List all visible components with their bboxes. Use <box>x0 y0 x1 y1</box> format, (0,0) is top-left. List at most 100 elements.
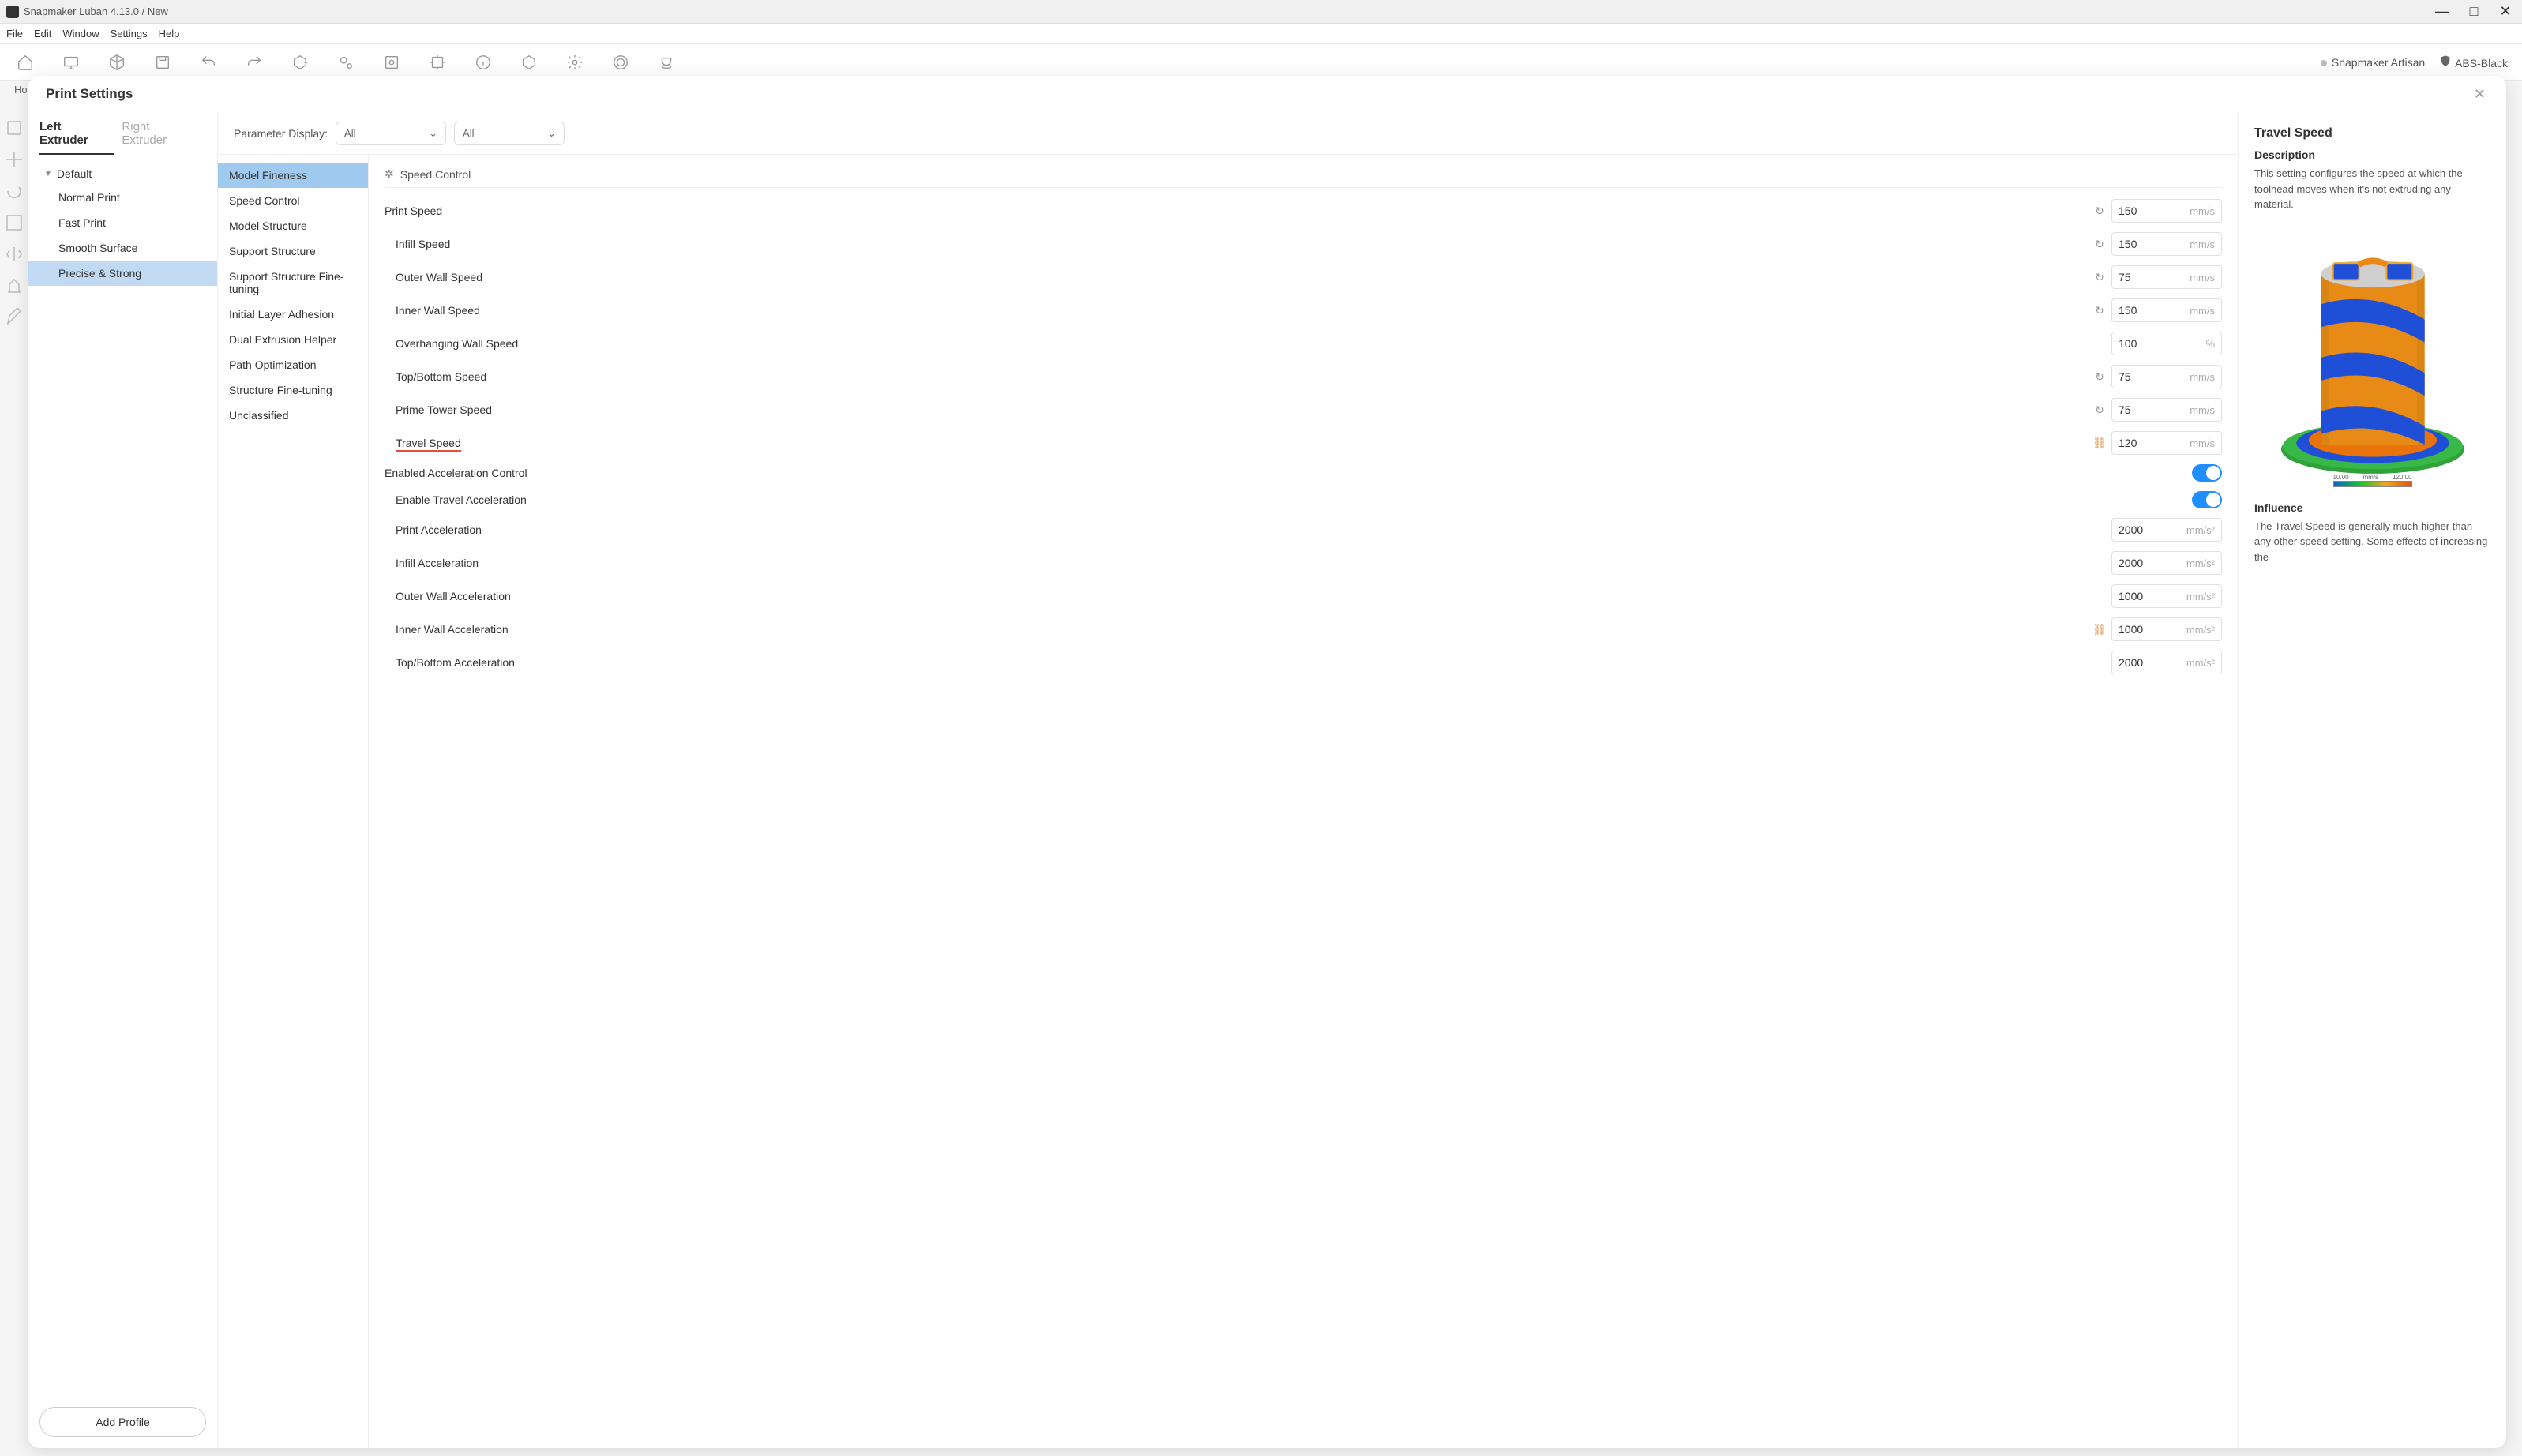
info-icon[interactable] <box>472 51 494 73</box>
cat-model-structure[interactable]: Model Structure <box>218 213 368 238</box>
top-bottom-speed-input[interactable] <box>2112 370 2174 383</box>
unlink-icon[interactable]: ⛓ <box>2092 436 2107 450</box>
cat-support-fine-tuning[interactable]: Support Structure Fine-tuning <box>218 264 368 302</box>
prime-tower-speed-input[interactable] <box>2112 403 2174 416</box>
outer-wall-speed-input[interactable] <box>2112 271 2174 283</box>
reset-icon[interactable]: ↻ <box>2092 403 2107 417</box>
add-shape-icon[interactable] <box>289 51 311 73</box>
profile-precise-strong[interactable]: Precise & Strong <box>28 261 217 286</box>
maximize-button[interactable]: □ <box>2464 2 2484 22</box>
chevron-down-icon: ⌄ <box>429 127 437 140</box>
profile-smooth-surface[interactable]: Smooth Surface <box>28 235 217 261</box>
unlink-icon[interactable]: ⛓ <box>2092 622 2107 636</box>
param-select-1[interactable]: All⌄ <box>336 122 446 145</box>
object-icon[interactable] <box>5 118 24 137</box>
menu-file[interactable]: File <box>6 28 23 39</box>
reset-icon-empty <box>2092 556 2107 570</box>
overhanging-wall-speed-input[interactable] <box>2112 337 2174 350</box>
profile-group-default[interactable]: ▼Default <box>28 163 217 185</box>
settings-gear-icon[interactable] <box>564 51 586 73</box>
tab-left-extruder[interactable]: Left Extruder <box>39 112 114 155</box>
outer-wall-acc-input[interactable] <box>2112 590 2174 602</box>
category-list: Model Fineness Speed Control Model Struc… <box>218 155 368 1448</box>
enabled-acc-toggle[interactable] <box>2192 464 2222 482</box>
minimize-button[interactable]: — <box>2432 2 2453 22</box>
home-icon[interactable] <box>14 51 36 73</box>
infill-speed-input[interactable] <box>2112 238 2174 250</box>
reset-icon[interactable]: ↻ <box>2092 237 2107 251</box>
tab-right-extruder[interactable]: Right Extruder <box>122 112 198 155</box>
reset-icon[interactable]: ↻ <box>2092 303 2107 317</box>
row-infill-acc: Infill Acceleration mm/s² <box>385 546 2222 580</box>
menubar: File Edit Window Settings Help <box>0 24 2522 44</box>
reset-icon[interactable]: ↻ <box>2092 204 2107 218</box>
chevron-down-icon: ⌄ <box>547 127 556 140</box>
modal-close-button[interactable]: ✕ <box>2471 83 2489 106</box>
row-inner-wall-speed: Inner Wall Speed ↻ mm/s <box>385 294 2222 327</box>
save-icon[interactable] <box>152 51 174 73</box>
row-top-bottom-acc: Top/Bottom Acceleration mm/s² <box>385 646 2222 679</box>
cube-icon[interactable] <box>106 51 128 73</box>
profile-fast-print[interactable]: Fast Print <box>28 210 217 235</box>
info-influence-text: The Travel Speed is generally much highe… <box>2254 519 2490 565</box>
undo-icon[interactable] <box>197 51 220 73</box>
redo-icon[interactable] <box>243 51 265 73</box>
top-bottom-acc-input[interactable] <box>2112 656 2174 669</box>
cup-icon[interactable] <box>655 51 677 73</box>
speed-legend: 10.00mm/s120.00 <box>2333 474 2412 487</box>
cat-unclassified[interactable]: Unclassified <box>218 403 368 428</box>
material-status[interactable]: ABS-Black <box>2439 54 2508 69</box>
hexagon-icon[interactable] <box>518 51 540 73</box>
gears-icon[interactable] <box>335 51 357 73</box>
menu-settings[interactable]: Settings <box>111 28 148 39</box>
travel-speed-label: Travel Speed <box>396 437 461 452</box>
move-icon[interactable] <box>5 150 24 169</box>
gear-icon: ✲ <box>385 167 394 181</box>
info-panel: Travel Speed Description This setting co… <box>2238 112 2506 1448</box>
cat-initial-layer-adhesion[interactable]: Initial Layer Adhesion <box>218 302 368 327</box>
reset-icon[interactable]: ↻ <box>2092 370 2107 384</box>
layer-icon[interactable] <box>381 51 403 73</box>
mirror-icon[interactable] <box>5 245 24 264</box>
inner-wall-speed-input[interactable] <box>2112 304 2174 317</box>
app-icon <box>6 6 19 18</box>
infill-acc-input[interactable] <box>2112 557 2174 569</box>
cat-dual-extrusion-helper[interactable]: Dual Extrusion Helper <box>218 327 368 352</box>
cat-speed-control[interactable]: Speed Control <box>218 188 368 213</box>
travel-acc-toggle[interactable] <box>2192 491 2222 508</box>
section-speed-control: ✲Speed Control <box>385 155 2222 188</box>
rotate-icon[interactable] <box>5 182 24 201</box>
print-acc-input[interactable] <box>2112 523 2174 536</box>
close-window-button[interactable]: ✕ <box>2495 2 2516 22</box>
monitor-icon[interactable] <box>60 51 82 73</box>
menu-help[interactable]: Help <box>159 28 180 39</box>
support-icon[interactable] <box>5 276 24 295</box>
cat-support-structure[interactable]: Support Structure <box>218 238 368 264</box>
param-display-label: Parameter Display: <box>234 127 328 140</box>
cat-path-optimization[interactable]: Path Optimization <box>218 352 368 377</box>
titlebar-text: Snapmaker Luban 4.13.0 / New <box>24 6 2432 17</box>
param-select-2[interactable]: All⌄ <box>454 122 565 145</box>
device-status[interactable]: Snapmaker Artisan <box>2321 56 2425 69</box>
reset-icon[interactable]: ↻ <box>2092 270 2107 284</box>
travel-speed-input[interactable] <box>2112 437 2174 449</box>
profile-normal-print[interactable]: Normal Print <box>28 185 217 210</box>
brush-icon[interactable] <box>5 308 24 327</box>
settings-list: ✲Speed Control Print Speed ↻ mm/s Infill… <box>368 155 2238 1448</box>
row-top-bottom-speed: Top/Bottom Speed ↻ mm/s <box>385 360 2222 393</box>
row-outer-wall-acc: Outer Wall Acceleration mm/s² <box>385 580 2222 613</box>
info-desc-heading: Description <box>2254 148 2490 161</box>
cat-model-fineness[interactable]: Model Fineness <box>218 163 368 188</box>
cat-structure-fine-tuning[interactable]: Structure Fine-tuning <box>218 377 368 403</box>
print-speed-input[interactable] <box>2112 205 2174 217</box>
circle-icon[interactable] <box>610 51 632 73</box>
info-title: Travel Speed <box>2254 126 2490 141</box>
reset-icon-empty <box>2092 655 2107 670</box>
transform-icon[interactable] <box>426 51 448 73</box>
menu-window[interactable]: Window <box>62 28 99 39</box>
add-profile-button[interactable]: Add Profile <box>39 1407 206 1437</box>
row-print-acc: Print Acceleration mm/s² <box>385 513 2222 546</box>
scale-icon[interactable] <box>5 213 24 232</box>
menu-edit[interactable]: Edit <box>34 28 51 39</box>
inner-wall-acc-input[interactable] <box>2112 623 2174 636</box>
